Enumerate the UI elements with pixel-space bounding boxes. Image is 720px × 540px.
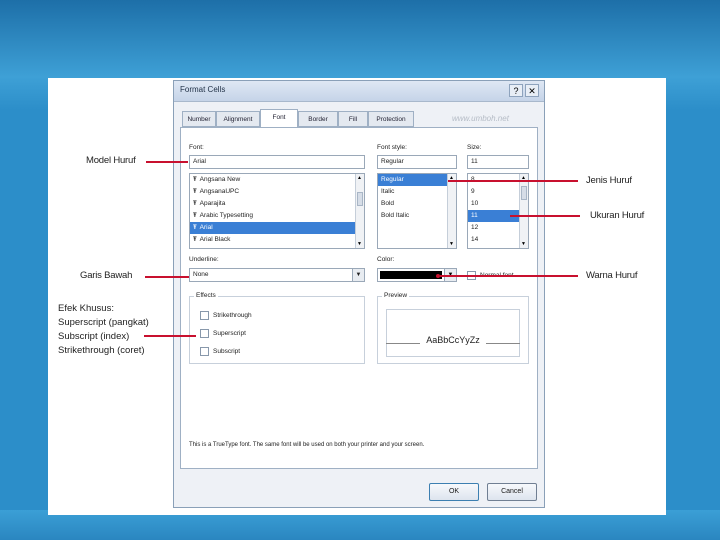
preview-sample: AaBbCcYyZz	[426, 335, 480, 345]
truetype-icon: Ŧ	[193, 225, 197, 231]
font-list[interactable]: Ŧ Angsana New Ŧ AngsanaUPC Ŧ Aparajita Ŧ Ara…	[189, 173, 365, 249]
scroll-down-icon[interactable]: ▼	[357, 241, 362, 247]
font-list-item[interactable]: Ŧ AngsanaUPC	[190, 186, 364, 198]
font-list-item-selected[interactable]: Ŧ Arial	[190, 222, 356, 234]
effects-label: Effects	[194, 292, 218, 299]
close-button[interactable]: ✕	[525, 84, 539, 97]
checkbox-icon[interactable]	[200, 347, 209, 356]
font-style-item[interactable]: Bold	[378, 198, 456, 210]
scroll-thumb[interactable]	[521, 186, 527, 200]
font-style-item[interactable]: Italic	[378, 186, 456, 198]
font-list-item[interactable]: Ŧ Angsana New	[190, 174, 364, 186]
efek-khusus-title: Efek Khusus:	[58, 303, 114, 314]
size-input[interactable]: 11	[467, 155, 529, 169]
tab-font[interactable]: Font	[260, 109, 298, 127]
font-list-item[interactable]: Ŧ Aparajita	[190, 198, 364, 210]
checkbox-icon[interactable]	[200, 311, 209, 320]
font-style-input[interactable]: Regular	[377, 155, 457, 169]
color-swatch	[380, 271, 442, 279]
truetype-icon: Ŧ	[193, 201, 197, 207]
tab-border[interactable]: Border	[298, 111, 338, 127]
superscript-checkbox[interactable]: Superscript	[200, 329, 246, 338]
size-label: Size:	[467, 144, 482, 151]
help-button[interactable]: ?	[509, 84, 523, 97]
annotation-efek-khusus: Efek Khusus: Superscript (pangkat) Subsc…	[58, 302, 149, 358]
annotation-ukuran-huruf: Ukuran Huruf	[590, 210, 645, 221]
font-list-item[interactable]: Ŧ Arabic Typesetting	[190, 210, 364, 222]
scroll-down-icon[interactable]: ▼	[449, 241, 454, 247]
annotation-jenis-huruf: Jenis Huruf	[586, 175, 632, 186]
size-list[interactable]: 8 9 10 11 12 14 ▲ ▼	[467, 173, 529, 249]
annotation-garis-bawah: Garis Bawah	[80, 270, 133, 281]
annotation-model-huruf: Model Huruf	[86, 155, 136, 166]
tab-fill[interactable]: Fill	[338, 111, 368, 127]
truetype-icon: Ŧ	[193, 213, 197, 219]
dialog-titlebar: Format Cells ? ✕	[174, 81, 544, 102]
scroll-thumb[interactable]	[357, 192, 363, 206]
annotation-warna-huruf: Warna Huruf	[586, 270, 638, 281]
truetype-icon: Ŧ	[193, 237, 197, 243]
efek-khusus-superscript: Superscript (pangkat)	[58, 317, 149, 328]
annotation-line-ukuran-huruf	[510, 215, 580, 217]
font-input[interactable]: Arial	[189, 155, 365, 169]
annotation-line-efek-khusus	[144, 335, 196, 337]
efek-khusus-strikethrough: Strikethrough (coret)	[58, 345, 145, 356]
checkbox-icon[interactable]	[200, 329, 209, 338]
font-label: Font:	[189, 144, 204, 151]
tab-number[interactable]: Number	[182, 111, 216, 127]
chevron-down-icon[interactable]: ▼	[352, 269, 364, 281]
annotation-line-warna-huruf	[440, 275, 578, 277]
tab-alignment[interactable]: Alignment	[216, 111, 260, 127]
scroll-down-icon[interactable]: ▼	[521, 241, 526, 247]
preview-group: Preview AaBbCcYyZz	[377, 292, 529, 364]
preview-label: Preview	[382, 292, 410, 299]
dialog-title: Format Cells	[180, 85, 226, 94]
truetype-note: This is a TrueType font. The same font w…	[189, 442, 425, 448]
effects-group: Effects Strikethrough Superscript Subscr…	[189, 292, 365, 364]
cancel-button[interactable]: Cancel	[487, 483, 537, 501]
font-style-list[interactable]: Regular Italic Bold Bold Italic ▲ ▼	[377, 173, 457, 249]
annotation-line-garis-bawah	[145, 276, 189, 278]
preview-box	[386, 309, 520, 357]
annotation-line-jenis-huruf	[448, 180, 578, 182]
tab-protection[interactable]: Protection	[368, 111, 414, 127]
truetype-icon: Ŧ	[193, 189, 197, 195]
efek-khusus-subscript: Subscript (index)	[58, 331, 130, 342]
underline-select[interactable]: None ▼	[189, 268, 365, 282]
color-label: Color:	[377, 256, 395, 263]
underline-label: Underline:	[189, 256, 219, 263]
ok-button[interactable]: OK	[429, 483, 479, 501]
scroll-up-icon[interactable]: ▲	[357, 175, 362, 181]
font-style-item[interactable]: Bold Italic	[378, 210, 456, 222]
truetype-icon: Ŧ	[193, 177, 197, 183]
font-list-item[interactable]: Ŧ Arial Black	[190, 234, 364, 246]
watermark-text: www.umboh.net	[452, 114, 509, 123]
font-style-item-selected[interactable]: Regular	[378, 174, 448, 186]
underline-value: None	[193, 271, 209, 278]
subscript-checkbox[interactable]: Subscript	[200, 347, 240, 356]
strikethrough-checkbox[interactable]: Strikethrough	[200, 311, 252, 320]
font-tab-panel: Font: Arial Ŧ Angsana New Ŧ AngsanaUPC Ŧ Ap…	[180, 127, 538, 469]
font-list-scrollbar[interactable]: ▲ ▼	[355, 174, 364, 248]
format-cells-dialog: Format Cells ? ✕ Number Alignment Font B…	[173, 80, 545, 508]
font-style-label: Font style:	[377, 144, 407, 151]
size-list-scrollbar[interactable]: ▲ ▼	[519, 174, 528, 248]
annotation-line-model-huruf	[146, 161, 188, 163]
font-style-scrollbar[interactable]: ▲ ▼	[447, 174, 456, 248]
